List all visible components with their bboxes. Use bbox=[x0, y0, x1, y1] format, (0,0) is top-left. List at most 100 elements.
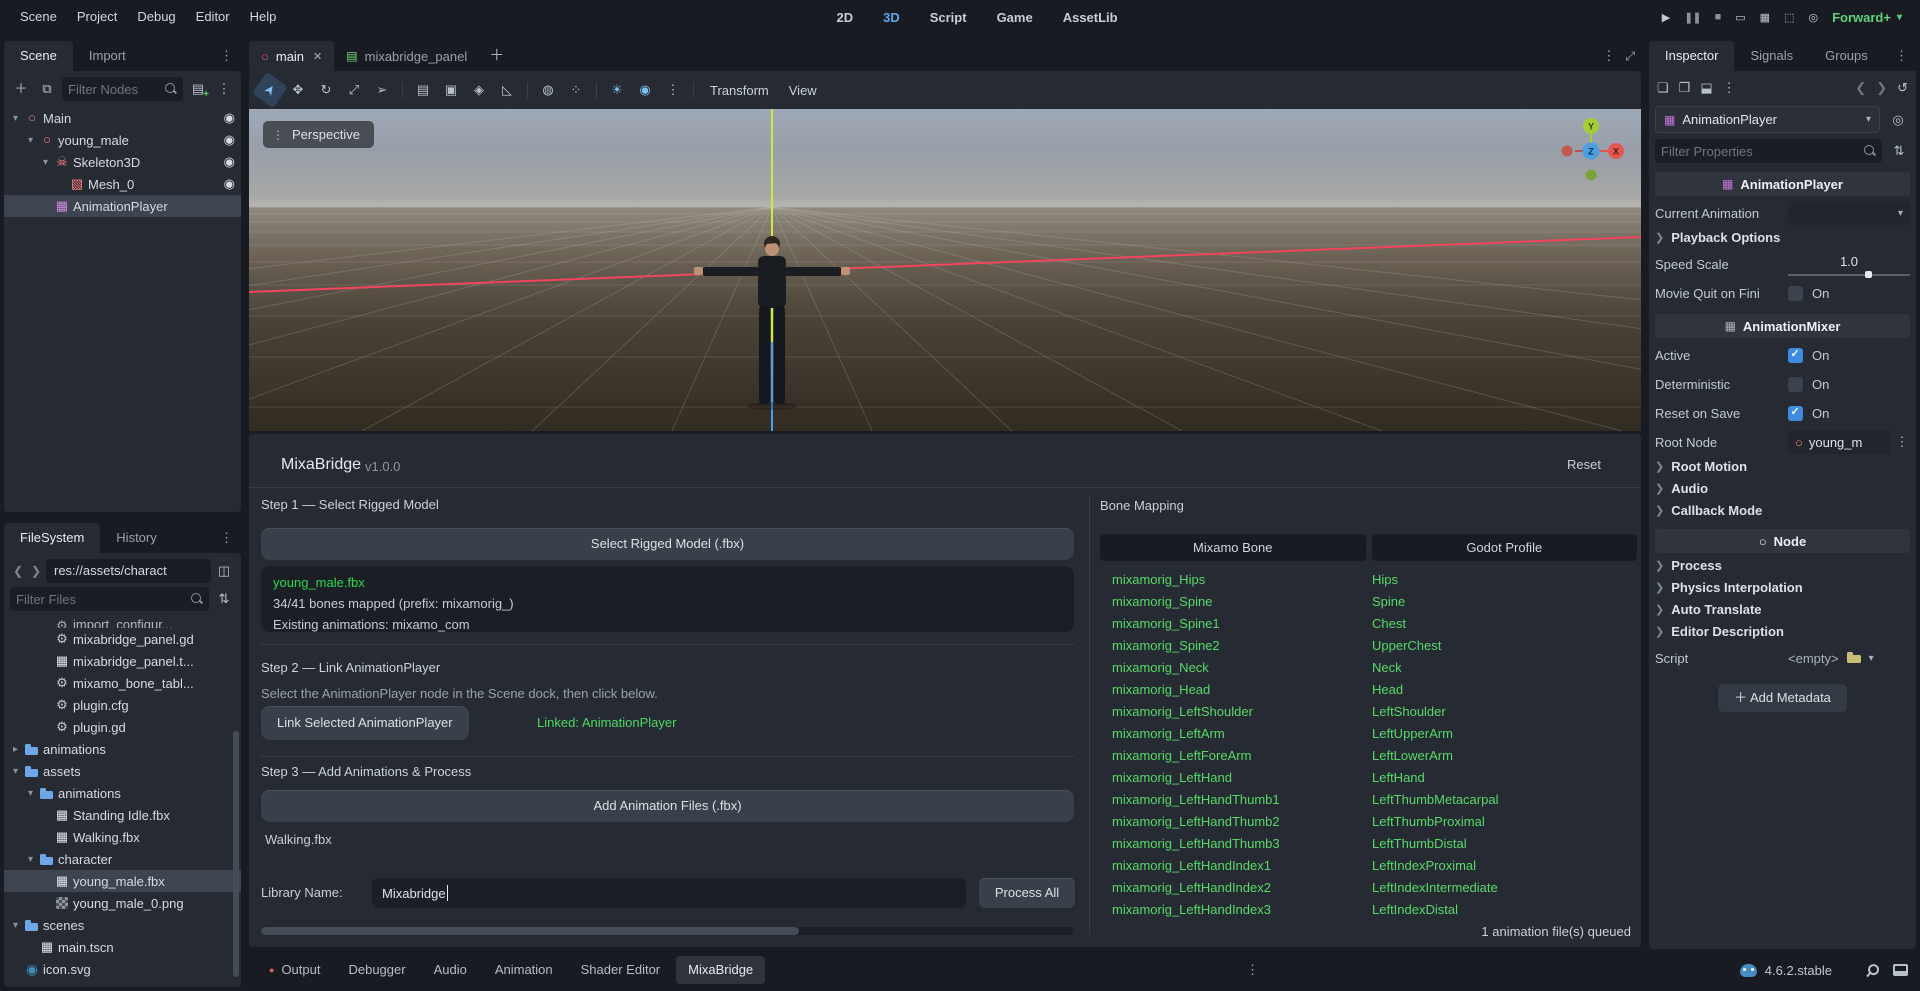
reset-button[interactable]: Reset bbox=[1567, 457, 1601, 472]
edited-node-selector[interactable]: ▦ AnimationPlayer ▾ bbox=[1655, 106, 1880, 133]
expand-arrow-icon[interactable] bbox=[23, 854, 38, 865]
section-animationmixer[interactable]: ▦AnimationMixer bbox=[1655, 314, 1910, 338]
bottom-panel-tab[interactable]: Audio bbox=[422, 956, 479, 984]
bone-mapping-row[interactable]: mixamorig_Spine1 Chest bbox=[1100, 612, 1637, 634]
split-view-icon[interactable]: ◫ bbox=[213, 560, 235, 582]
scene-tab-mixabridge-panel[interactable]: ▤ mixabridge_panel bbox=[334, 41, 479, 71]
root-node-options-icon[interactable]: ⋮ bbox=[1894, 434, 1910, 450]
close-icon[interactable]: ✕ bbox=[311, 50, 322, 63]
menu-editor[interactable]: Editor bbox=[186, 0, 240, 34]
expand-arrow-icon[interactable] bbox=[38, 157, 53, 168]
open-docs-icon[interactable]: ◎ bbox=[1886, 112, 1910, 128]
active-checkbox[interactable] bbox=[1788, 348, 1803, 363]
fold-section[interactable]: ❯Auto Translate bbox=[1655, 600, 1910, 619]
expand-arrow-icon[interactable] bbox=[8, 113, 23, 124]
filesystem-scrollbar[interactable] bbox=[233, 731, 239, 977]
remote-debug-icon[interactable]: ◎ bbox=[1808, 11, 1818, 24]
bone-mapping-row[interactable]: mixamorig_LeftHandThumb1 LeftThumbMetaca… bbox=[1100, 788, 1637, 810]
play-scene-icon[interactable]: ▭ bbox=[1735, 11, 1745, 24]
bottom-panel-menu-icon[interactable]: ⋮ bbox=[1240, 962, 1265, 978]
expand-arrow-icon[interactable] bbox=[8, 744, 23, 755]
filter-properties-input[interactable]: Filter Properties bbox=[1655, 139, 1882, 163]
preview-environment-icon[interactable]: ◉ bbox=[632, 77, 658, 103]
add-animation-files-button[interactable]: Add Animation Files (.fbx) bbox=[261, 790, 1074, 822]
menu-project[interactable]: Project bbox=[67, 0, 127, 34]
scene-tree-row[interactable]: AnimationPlayer bbox=[4, 195, 241, 217]
attach-script-icon[interactable]: ▤ bbox=[187, 78, 209, 100]
slider-grabber[interactable] bbox=[1865, 271, 1872, 278]
preview-settings-icon[interactable]: ⋮ bbox=[660, 77, 686, 103]
process-all-button[interactable]: Process All bbox=[979, 878, 1075, 908]
tab-filesystem[interactable]: FileSystem bbox=[4, 523, 100, 553]
save-resource-icon[interactable]: ⬓ bbox=[1700, 80, 1712, 96]
file-tree-row[interactable]: young_male.fbx bbox=[4, 870, 241, 892]
tab-groups[interactable]: Groups bbox=[1809, 41, 1884, 71]
bone-mapping-row[interactable]: mixamorig_LeftHandThumb2 LeftThumbProxim… bbox=[1100, 810, 1637, 832]
expand-arrow-icon[interactable] bbox=[23, 788, 38, 799]
bottom-panel-tab[interactable]: Shader Editor bbox=[569, 956, 673, 984]
speed-scale-slider[interactable]: 1.0 bbox=[1788, 252, 1910, 276]
fold-section[interactable]: ❯Process bbox=[1655, 556, 1910, 575]
new-tab-icon[interactable]: ＋ bbox=[479, 41, 514, 71]
visibility-toggle-icon[interactable] bbox=[220, 176, 235, 192]
file-tree-row[interactable]: import_configur... bbox=[4, 617, 241, 628]
file-tree-row[interactable]: mixabridge_panel.t... bbox=[4, 650, 241, 672]
view-gizmo[interactable]: Y X Z bbox=[1555, 115, 1627, 187]
file-tree-row[interactable]: scenes bbox=[4, 914, 241, 936]
reset-on-save-checkbox[interactable] bbox=[1788, 406, 1803, 421]
perspective-menu[interactable]: ⋮ Perspective bbox=[263, 121, 374, 148]
history-icon[interactable]: ↺ bbox=[1897, 80, 1908, 96]
tab-signals[interactable]: Signals bbox=[1734, 41, 1809, 71]
scene-tab-main[interactable]: ○ main ✕ bbox=[249, 41, 334, 71]
transform-snap-icon[interactable]: ▤ bbox=[410, 77, 436, 103]
lock-node-icon[interactable]: ▣ bbox=[438, 77, 464, 103]
snap-object-icon[interactable]: ◍ bbox=[535, 77, 561, 103]
workspace-tab[interactable]: AssetLib bbox=[1047, 10, 1128, 25]
move-tool-icon[interactable]: ✥ bbox=[285, 77, 311, 103]
selection-list-icon[interactable]: ➢ bbox=[369, 77, 395, 103]
root-node-picker[interactable]: ○young_m bbox=[1788, 430, 1890, 454]
inspector-dock-menu-icon[interactable]: ⋮ bbox=[1891, 41, 1912, 71]
new-resource-icon[interactable]: ❏ bbox=[1657, 80, 1669, 96]
fold-section[interactable]: ❯Audio bbox=[1655, 479, 1910, 498]
bottom-panel-tab[interactable]: Output bbox=[257, 956, 332, 984]
section-node[interactable]: ○Node bbox=[1655, 529, 1910, 553]
bottom-panel-tab[interactable]: MixaBridge bbox=[676, 956, 765, 984]
history-forward-icon[interactable]: ❯ bbox=[1876, 80, 1887, 96]
group-node-icon[interactable]: ◈ bbox=[466, 77, 492, 103]
file-tree-row[interactable]: Standing Idle.fbx bbox=[4, 804, 241, 826]
tab-scene[interactable]: Scene bbox=[4, 41, 73, 71]
pin-bottom-panel-icon[interactable] bbox=[1862, 961, 1880, 980]
visibility-toggle-icon[interactable] bbox=[220, 110, 235, 126]
bone-mapping-row[interactable]: mixamorig_LeftHandIndex1 LeftIndexProxim… bbox=[1100, 854, 1637, 876]
file-tree-row[interactable]: main.tscn bbox=[4, 936, 241, 958]
chevron-down-icon[interactable]: ▾ bbox=[1869, 653, 1874, 664]
scene-tree-row[interactable]: Mesh_0 bbox=[4, 173, 241, 195]
bone-mapping-row[interactable]: mixamorig_LeftHandThumb3 LeftThumbDistal bbox=[1100, 832, 1637, 854]
current-animation-dropdown[interactable]: ▾ bbox=[1788, 201, 1910, 225]
bone-mapping-row[interactable]: mixamorig_Spine2 UpperChest bbox=[1100, 634, 1637, 656]
menu-debug[interactable]: Debug bbox=[127, 0, 185, 34]
bottom-panel-tab[interactable]: Animation bbox=[483, 956, 565, 984]
scene-tree-row[interactable]: young_male bbox=[4, 129, 241, 151]
tab-history[interactable]: History bbox=[100, 523, 172, 553]
skeleton-options-icon[interactable]: ⁘ bbox=[563, 77, 589, 103]
expand-arrow-icon[interactable] bbox=[23, 135, 38, 146]
link-animationplayer-button[interactable]: Link Selected AnimationPlayer bbox=[261, 706, 469, 740]
fold-section[interactable]: ❯Callback Mode bbox=[1655, 501, 1910, 520]
add-node-icon[interactable]: ＋ bbox=[10, 78, 32, 100]
view-menu[interactable]: View bbox=[780, 83, 826, 98]
workspace-tab[interactable]: 3D bbox=[867, 10, 910, 25]
scene-dock-menu-icon[interactable]: ⋮ bbox=[216, 41, 237, 71]
bone-mapping-row[interactable]: mixamorig_LeftHandIndex2 LeftIndexInterm… bbox=[1100, 876, 1637, 898]
ruler-icon[interactable]: ◺ bbox=[494, 77, 520, 103]
renderer-selector[interactable]: Forward+▾ bbox=[1832, 10, 1910, 25]
bone-mapping-row[interactable]: mixamorig_LeftHandIndex3 LeftIndexDistal bbox=[1100, 898, 1637, 920]
scene-tree-row[interactable]: Main bbox=[4, 107, 241, 129]
transform-menu[interactable]: Transform bbox=[701, 83, 778, 98]
preview-sun-icon[interactable]: ☀ bbox=[604, 77, 630, 103]
tab-import[interactable]: Import bbox=[73, 41, 142, 71]
library-name-input[interactable]: Mixabridge bbox=[372, 878, 966, 908]
expand-viewport-icon[interactable]: ⤢ bbox=[1625, 49, 1635, 64]
play-button-icon[interactable]: ▶ bbox=[1662, 11, 1670, 24]
